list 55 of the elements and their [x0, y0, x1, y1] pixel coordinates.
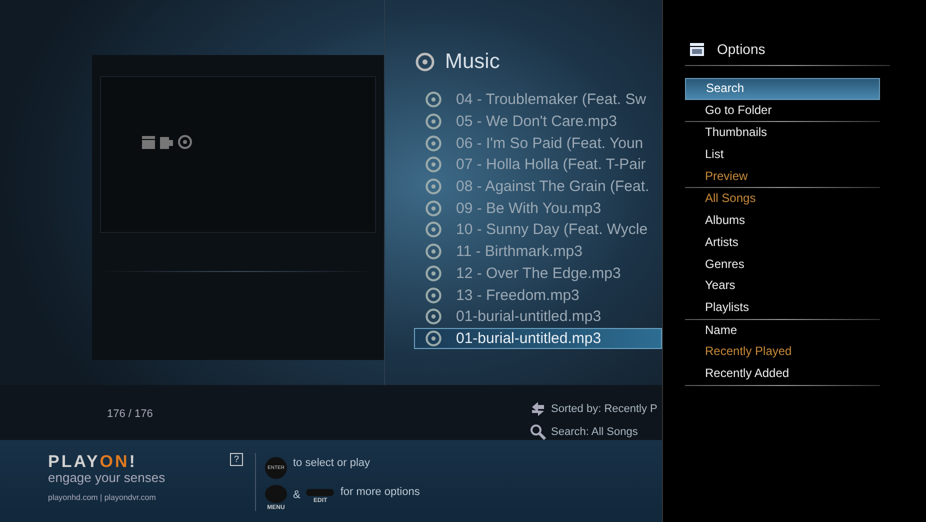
song-item[interactable]: 07 - Holla Holla (Feat. T-Pair — [414, 154, 662, 176]
song-item[interactable]: 01-burial-untitled.mp3 — [414, 306, 662, 328]
option-item[interactable]: Artists — [685, 232, 880, 254]
option-item[interactable]: Recently Played — [685, 341, 880, 363]
music-disc-icon — [425, 264, 442, 282]
song-item[interactable]: 01-burial-untitled.mp3 — [414, 328, 662, 350]
search-icon — [530, 424, 546, 440]
music-disc-icon — [425, 243, 442, 260]
option-item[interactable]: Years — [685, 275, 880, 297]
search-status: Search: All Songs — [551, 426, 638, 438]
option-item[interactable]: Playlists — [685, 296, 880, 319]
website-links: playonhd.com | playondvr.com — [48, 493, 157, 502]
music-disc-icon — [425, 113, 442, 130]
music-disc-icon — [425, 221, 442, 238]
and-text: & — [293, 489, 300, 501]
playon-logo: PLAYON! — [48, 453, 138, 470]
music-disc-icon — [425, 91, 442, 108]
song-item[interactable]: 06 - I'm So Paid (Feat. Youn — [414, 132, 662, 154]
music-disc-icon — [425, 330, 442, 347]
tagline: engage your senses — [48, 470, 166, 485]
music-disc-icon — [415, 52, 435, 72]
music-disc-icon — [425, 156, 442, 174]
option-item[interactable]: Search — [685, 78, 880, 100]
option-item[interactable]: All Songs — [685, 188, 880, 210]
music-disc-icon — [425, 200, 442, 217]
sort-status: Sorted by: Recently P — [551, 403, 658, 415]
music-disc-icon — [425, 286, 442, 304]
option-item[interactable]: Albums — [685, 210, 880, 232]
song-item[interactable]: 13 - Freedom.mp3 — [414, 284, 662, 306]
sort-arrows-icon — [530, 401, 546, 417]
clapperboard-icon — [689, 42, 705, 56]
option-item[interactable]: Preview — [685, 166, 880, 188]
song-item[interactable]: 10 - Sunny Day (Feat. Wycle — [414, 219, 662, 241]
option-item[interactable]: List — [685, 144, 880, 166]
menu-key — [265, 485, 287, 503]
music-disc-icon — [425, 178, 442, 196]
option-item[interactable]: Go to Folder — [685, 100, 880, 122]
edit-key — [306, 489, 334, 496]
media-type-icons — [141, 134, 193, 150]
option-item[interactable]: Thumbnails — [685, 122, 880, 144]
option-item[interactable]: Name — [685, 320, 880, 342]
select-hint: to select or play — [293, 457, 370, 469]
music-title: Music — [445, 50, 500, 74]
song-item[interactable]: 12 - Over The Edge.mp3 — [414, 262, 662, 284]
item-count: 176 / 176 — [106, 407, 154, 422]
song-item[interactable]: 08 - Against The Grain (Feat. — [414, 176, 662, 198]
option-item[interactable]: Recently Added — [685, 362, 880, 385]
option-item[interactable]: Genres — [685, 254, 880, 276]
music-disc-icon — [425, 134, 442, 152]
help-icon: ? — [230, 453, 243, 466]
options-title: Options — [717, 41, 766, 57]
song-item[interactable]: 04 - Troublemaker (Feat. Sw — [414, 89, 662, 111]
song-item[interactable]: 05 - We Don't Care.mp3 — [414, 110, 662, 132]
music-disc-icon — [425, 308, 442, 326]
options-hint: for more options — [340, 486, 420, 498]
